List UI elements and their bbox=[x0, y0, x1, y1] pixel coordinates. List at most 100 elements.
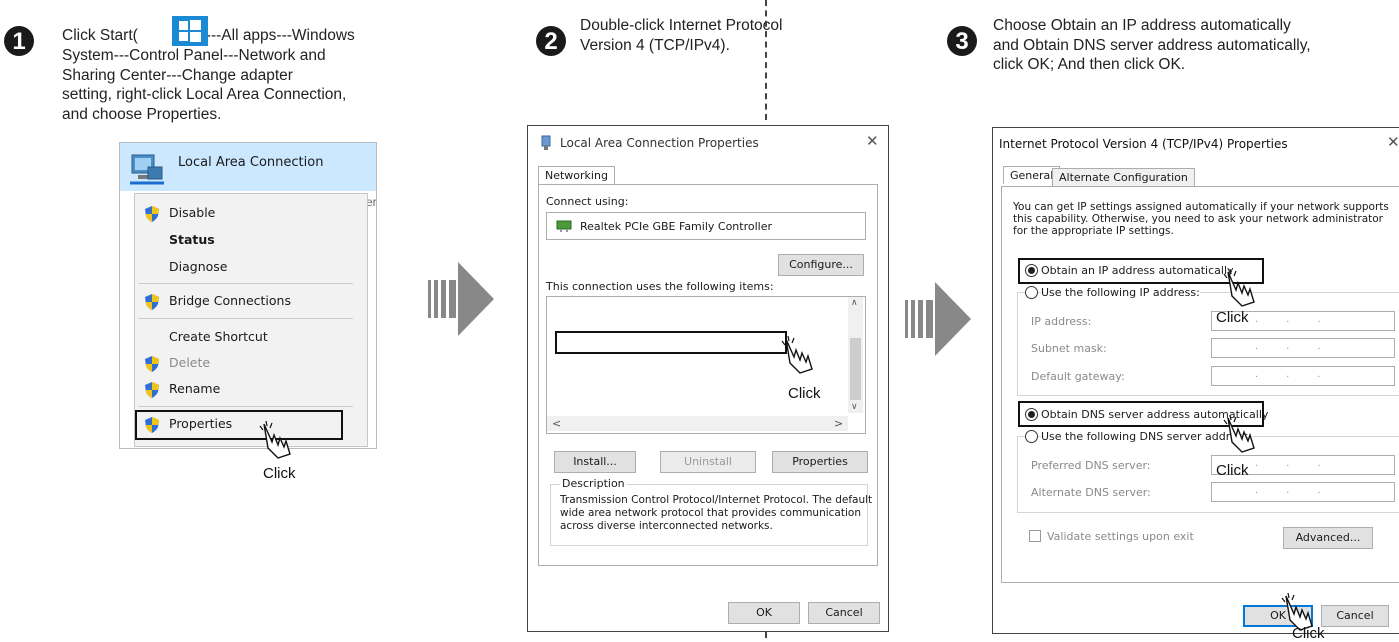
click-label: Click bbox=[263, 465, 296, 482]
ip-dots: ... bbox=[1255, 314, 1349, 325]
uac-shield-icon bbox=[145, 205, 159, 222]
menu-separator bbox=[138, 283, 353, 284]
step-2-line-2: Version 4 (TCP/IPv4). bbox=[580, 36, 730, 54]
step-1-number: 1 bbox=[4, 26, 34, 56]
menu-label-rename: Rename bbox=[169, 381, 221, 396]
scroll-thumb[interactable] bbox=[850, 338, 861, 400]
dialog-title: Internet Protocol Version 4 (TCP/IPv4) P… bbox=[999, 137, 1288, 151]
step-3-line-2: and Obtain DNS server address automatica… bbox=[993, 36, 1311, 54]
step-3-instructions: Choose Obtain an IP address automaticall… bbox=[993, 16, 1373, 75]
items-label: This connection uses the following items… bbox=[546, 280, 774, 293]
menu-separator bbox=[138, 406, 353, 407]
menu-item-disable[interactable]: Disable bbox=[145, 205, 215, 222]
install-button[interactable]: Install... bbox=[554, 451, 636, 473]
menu-item-diagnose[interactable]: Diagnose bbox=[169, 259, 227, 274]
step-3-number: 3 bbox=[947, 26, 977, 56]
menu-separator bbox=[138, 318, 353, 319]
horizontal-scrollbar[interactable] bbox=[547, 416, 848, 431]
adapter-name: Realtek PCIe GBE Family Controller bbox=[580, 220, 773, 233]
ipv4-properties-dialog: Internet Protocol Version 4 (TCP/IPv4) P… bbox=[992, 127, 1399, 634]
use-ip-radio[interactable] bbox=[1025, 286, 1038, 299]
step-1-line-3: Sharing Center---Change adapter bbox=[62, 66, 293, 84]
click-label: Click bbox=[1216, 462, 1249, 479]
step-1-line-4: setting, right-click Local Area Connecti… bbox=[62, 86, 347, 103]
next-step-arrow-icon bbox=[428, 262, 494, 341]
intro-line-1: You can get IP settings assigned automat… bbox=[1013, 201, 1389, 213]
cancel-button[interactable]: Cancel bbox=[1321, 605, 1389, 627]
preferred-dns-label: Preferred DNS server: bbox=[1031, 459, 1151, 472]
scroll-up-icon[interactable]: ∧ bbox=[851, 298, 858, 308]
properties-button[interactable]: Properties bbox=[772, 451, 868, 473]
configure-button[interactable]: Configure... bbox=[778, 254, 864, 276]
use-ip-label[interactable]: Use the following IP address: bbox=[1041, 286, 1200, 299]
use-dns-label[interactable]: Use the following DNS server address: bbox=[1041, 430, 1252, 443]
network-icon bbox=[540, 135, 554, 154]
step-1-line-2: System---Control Panel---Network and bbox=[62, 47, 326, 64]
connect-using-label: Connect using: bbox=[546, 195, 629, 208]
ok-button[interactable]: OK bbox=[728, 602, 800, 624]
adapter-icon bbox=[556, 219, 572, 236]
description-line-3: across diverse interconnected networks. bbox=[560, 520, 773, 532]
preferred-dots: ... bbox=[1255, 458, 1349, 469]
step-1-text-b: ---All apps---Windows bbox=[205, 27, 355, 44]
subnet-dots: ... bbox=[1255, 341, 1349, 352]
validate-checkbox[interactable] bbox=[1029, 530, 1041, 542]
description-line-2: wide area network protocol that provides… bbox=[560, 507, 861, 519]
dialog-title: Local Area Connection Properties bbox=[560, 136, 759, 150]
scroll-left-icon[interactable]: < bbox=[552, 417, 561, 430]
tab-alternate-configuration[interactable]: Alternate Configuration bbox=[1052, 168, 1195, 186]
intro-line-2: this capability. Otherwise, you need to … bbox=[1013, 213, 1384, 225]
menu-label-create-shortcut: Create Shortcut bbox=[169, 329, 268, 344]
uac-shield-icon bbox=[145, 293, 159, 310]
scroll-down-icon[interactable]: ∨ bbox=[851, 402, 858, 412]
menu-item-properties[interactable]: Properties bbox=[145, 416, 232, 433]
step-1-line-5: and choose Properties. bbox=[62, 105, 222, 123]
description-line-1: Transmission Control Protocol/Internet P… bbox=[560, 494, 873, 506]
uac-shield-icon bbox=[145, 416, 159, 433]
menu-label-status: Status bbox=[169, 232, 215, 247]
next-step-arrow-icon bbox=[905, 282, 971, 361]
menu-item-status[interactable]: Status bbox=[169, 232, 215, 247]
alternate-dns-label: Alternate DNS server: bbox=[1031, 486, 1151, 499]
dashed-divider bbox=[765, 0, 767, 120]
step-2-line-1: Double-click Internet Protocol bbox=[580, 17, 783, 34]
subnet-mask-label: Subnet mask: bbox=[1031, 342, 1107, 355]
intro-line-3: for the appropriate IP settings. bbox=[1013, 225, 1174, 237]
cancel-button[interactable]: Cancel bbox=[808, 602, 880, 624]
use-dns-radio[interactable] bbox=[1025, 430, 1038, 443]
click-label: Click bbox=[1216, 309, 1249, 326]
menu-item-create-shortcut[interactable]: Create Shortcut bbox=[169, 329, 268, 344]
menu-label-properties: Properties bbox=[169, 416, 233, 431]
close-icon[interactable]: ✕ bbox=[866, 132, 879, 150]
step-1-instructions: Click Start( ---All apps---Windows Syste… bbox=[62, 16, 362, 124]
lac-properties-dialog: Local Area Connection Properties ✕ Netwo… bbox=[527, 125, 1387, 632]
windows-start-icon bbox=[171, 16, 208, 46]
step-2-instructions: Double-click Internet Protocol Version 4… bbox=[580, 16, 840, 55]
step-3-line-1: Choose Obtain an IP address automaticall… bbox=[993, 17, 1291, 34]
uac-shield-icon bbox=[145, 355, 159, 372]
pointer-hand-icon bbox=[1222, 268, 1262, 313]
pointer-hand-icon bbox=[258, 420, 298, 465]
uninstall-button[interactable]: Uninstall bbox=[660, 451, 756, 473]
default-gateway-label: Default gateway: bbox=[1031, 370, 1125, 383]
menu-item-bridge-connections[interactable]: Bridge Connections bbox=[145, 293, 291, 310]
ipv4-highlight-box bbox=[555, 331, 787, 354]
advanced-button[interactable]: Advanced... bbox=[1283, 527, 1373, 549]
alternate-dots: ... bbox=[1255, 485, 1349, 496]
step-2-number: 2 bbox=[536, 26, 566, 56]
click-label: Click bbox=[788, 385, 821, 402]
menu-label-bridge: Bridge Connections bbox=[169, 293, 291, 308]
pointer-hand-icon bbox=[780, 335, 820, 380]
click-label: Click bbox=[1292, 625, 1325, 642]
connection-name: Local Area Connection bbox=[178, 155, 324, 170]
menu-item-rename[interactable]: Rename bbox=[145, 381, 220, 398]
network-connection-icon bbox=[126, 153, 166, 194]
ip-address-label: IP address: bbox=[1031, 315, 1092, 328]
scroll-right-icon[interactable]: > bbox=[834, 417, 843, 430]
validate-label[interactable]: Validate settings upon exit bbox=[1047, 530, 1194, 543]
uac-shield-icon bbox=[145, 381, 159, 398]
close-icon[interactable]: ✕ bbox=[1387, 133, 1399, 151]
pointer-hand-icon bbox=[1222, 414, 1262, 459]
tab-networking[interactable]: Networking bbox=[538, 166, 615, 184]
menu-item-delete[interactable]: Delete bbox=[145, 355, 210, 372]
